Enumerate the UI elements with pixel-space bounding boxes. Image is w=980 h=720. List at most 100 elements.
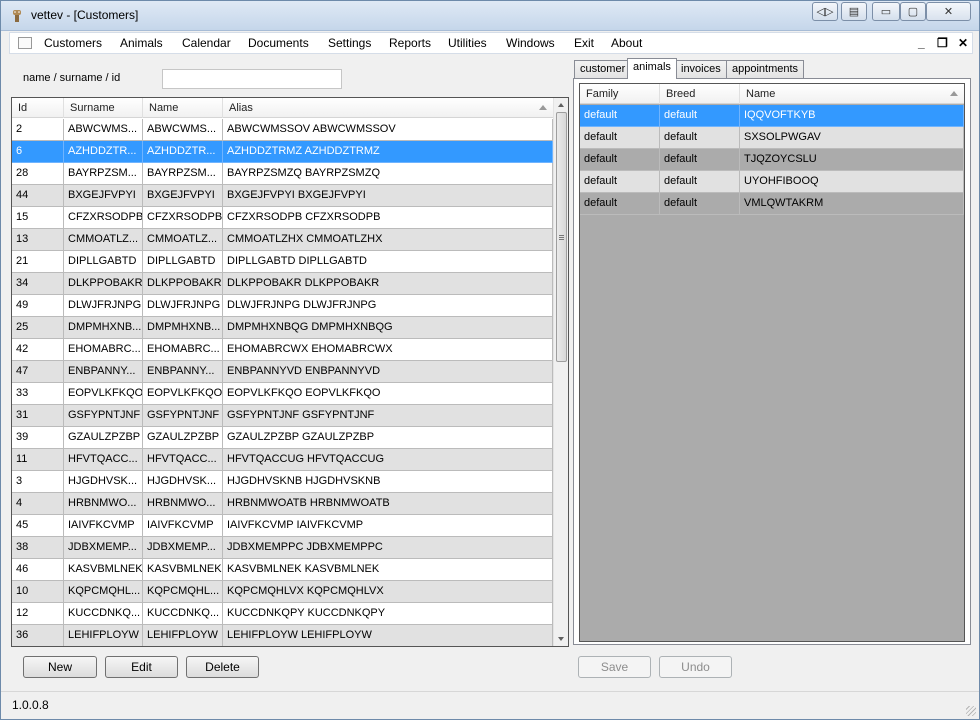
table-row[interactable]: 46 KASVBMLNEK KASVBMLNEK KASVBMLNEK KASVBML… — [12, 559, 553, 581]
delete-button[interactable]: Delete — [186, 656, 259, 678]
table-row[interactable]: default default IQQVOFTKYB — [580, 105, 964, 127]
new-button[interactable]: New — [23, 656, 97, 678]
table-row[interactable]: 47 ENBPANNY... ENBPANNY... ENBPANNYVD ENBPA… — [12, 361, 553, 383]
customers-grid[interactable]: Id Surname Name Alias 2 ABWCWMS... ABWCWMS… — [11, 97, 569, 647]
table-row[interactable]: 21 DIPLLGABTD DIPLLGABTD DIPLLGABTD DIPLLGA… — [12, 251, 553, 273]
column-header-id[interactable]: Id — [12, 98, 64, 118]
title-bar[interactable]: vettev - [Customers] ◁▷ ▤ ▭ ▢ ✕ — [1, 1, 979, 31]
table-row[interactable]: 2 ABWCWMS... ABWCWMS... ABWCWMSSOV ABWCWMSS… — [12, 119, 553, 141]
menu-settings[interactable]: Settings — [328, 36, 371, 50]
table-row[interactable]: 13 CMMOATLZ... CMMOATLZ... CMMOATLZHX CMMOA… — [12, 229, 553, 251]
cell-surname: DMPMHXNB... — [64, 317, 143, 339]
table-row[interactable]: 31 GSFYPNTJNF GSFYPNTJNF GSFYPNTJNF GSFYPNT… — [12, 405, 553, 427]
search-input[interactable] — [162, 69, 342, 89]
table-row[interactable]: 33 EOPVLKFKQO EOPVLKFKQO EOPVLKFKQO EOPVLKF… — [12, 383, 553, 405]
menu-reports[interactable]: Reports — [389, 36, 431, 50]
menu-documents[interactable]: Documents — [248, 36, 309, 50]
mdi-child-icon[interactable] — [18, 37, 32, 49]
animals-grid-header: Family Breed Name — [580, 84, 964, 104]
cell-alias: DLKPPOBAKR DLKPPOBAKR — [223, 273, 553, 295]
minimize-button[interactable]: ▭ — [872, 2, 900, 21]
menu-about[interactable]: About — [611, 36, 642, 50]
cell-alias: GZAULZPZBP GZAULZPZBP — [223, 427, 553, 449]
column-header-family[interactable]: Family — [580, 84, 660, 104]
table-row[interactable]: 28 BAYRPZSM... BAYRPZSM... BAYRPZSMZQ BAYRP… — [12, 163, 553, 185]
cell-alias: DIPLLGABTD DIPLLGABTD — [223, 251, 553, 273]
cell-animal-name: UYOHFIBOOQ — [740, 171, 964, 193]
close-button[interactable]: ✕ — [926, 2, 971, 21]
document-icon[interactable]: ▤ — [841, 2, 867, 21]
animals-grid[interactable]: Family Breed Name default default IQQVOFTK… — [579, 83, 965, 642]
table-row[interactable]: 3 HJGDHVSK... HJGDHVSK... HJGDHVSKNB HJGDHV… — [12, 471, 553, 493]
cell-surname: EOPVLKFKQO — [64, 383, 143, 405]
scroll-thumb[interactable] — [556, 112, 567, 362]
scroll-down-icon[interactable] — [558, 637, 564, 641]
table-row[interactable]: 15 CFZXRSODPB CFZXRSODPB CFZXRSODPB CFZXRSO… — [12, 207, 553, 229]
table-row[interactable]: 10 KQPCMQHL... KQPCMQHL... KQPCMQHLVX KQPCM… — [12, 581, 553, 603]
menu-calendar[interactable]: Calendar — [182, 36, 231, 50]
cell-alias: KQPCMQHLVX KQPCMQHLVX — [223, 581, 553, 603]
cell-name: IAIVFKCVMP — [143, 515, 223, 537]
maximize-button[interactable]: ▢ — [900, 2, 926, 21]
menu-animals[interactable]: Animals — [120, 36, 163, 50]
tab-animals[interactable]: animals — [627, 58, 677, 79]
table-row[interactable]: 11 HFVTQACC... HFVTQACC... HFVTQACCUG HFVTQ… — [12, 449, 553, 471]
cell-alias: LEHIFPLOYW LEHIFPLOYW — [223, 625, 553, 646]
cell-alias: HFVTQACCUG HFVTQACCUG — [223, 449, 553, 471]
mdi-minimize-button[interactable]: _ — [918, 36, 925, 50]
table-row[interactable]: 44 BXGEJFVPYI BXGEJFVPYI BXGEJFVPYI BXGEJFV… — [12, 185, 553, 207]
tab-appointments[interactable]: appointments — [726, 60, 805, 78]
tab-invoices[interactable]: invoices — [675, 60, 727, 78]
menu-customers[interactable]: Customers — [44, 36, 102, 50]
cell-id: 10 — [12, 581, 64, 603]
tab-customer[interactable]: customer — [574, 60, 632, 78]
menu-utilities[interactable]: Utilities — [448, 36, 487, 50]
table-row[interactable]: 36 LEHIFPLOYW LEHIFPLOYW LEHIFPLOYW LEHIFPL… — [12, 625, 553, 646]
cell-name: BAYRPZSM... — [143, 163, 223, 185]
table-row[interactable]: default default UYOHFIBOOQ — [580, 171, 964, 193]
column-header-animal-name[interactable]: Name — [740, 84, 964, 104]
cell-surname: KASVBMLNEK — [64, 559, 143, 581]
table-row[interactable]: 25 DMPMHXNB... DMPMHXNB... DMPMHXNBQG DMPMH… — [12, 317, 553, 339]
cell-name: AZHDDZTR... — [143, 141, 223, 163]
cell-alias: BAYRPZSMZQ BAYRPZSMZQ — [223, 163, 553, 185]
table-row[interactable]: 49 DLWJFRJNPG DLWJFRJNPG DLWJFRJNPG DLWJFRJ… — [12, 295, 553, 317]
menu-windows[interactable]: Windows — [506, 36, 555, 50]
table-row[interactable]: 42 EHOMABRC... EHOMABRC... EHOMABRCWX EHOMA… — [12, 339, 553, 361]
column-header-breed[interactable]: Breed — [660, 84, 740, 104]
mdi-restore-button[interactable]: ❐ — [937, 36, 948, 50]
table-row[interactable]: default default SXSOLPWGAV — [580, 127, 964, 149]
table-row[interactable]: 34 DLKPPOBAKR DLKPPOBAKR DLKPPOBAKR DLKPPOB… — [12, 273, 553, 295]
table-row[interactable]: 12 KUCCDNKQ... KUCCDNKQ... KUCCDNKQPY KUCCD… — [12, 603, 553, 625]
cell-surname: DIPLLGABTD — [64, 251, 143, 273]
table-row[interactable]: 45 IAIVFKCVMP IAIVFKCVMP IAIVFKCVMP IAIVFKC… — [12, 515, 553, 537]
table-row[interactable]: 39 GZAULZPZBP GZAULZPZBP GZAULZPZBP GZAULZP… — [12, 427, 553, 449]
scroll-up-icon[interactable] — [558, 103, 564, 107]
cell-id: 3 — [12, 471, 64, 493]
table-row[interactable]: 6 AZHDDZTR... AZHDDZTR... AZHDDZTRMZ AZHDDZ… — [12, 141, 553, 163]
code-icon[interactable]: ◁▷ — [812, 2, 838, 21]
table-row[interactable]: default default VMLQWTAKRM — [580, 193, 964, 215]
column-header-alias[interactable]: Alias — [223, 98, 553, 118]
table-row[interactable]: 38 JDBXMEMP... JDBXMEMP... JDBXMEMPPC JDBXM… — [12, 537, 553, 559]
menu-exit[interactable]: Exit — [574, 36, 594, 50]
column-header-surname[interactable]: Surname — [64, 98, 143, 118]
edit-button[interactable]: Edit — [105, 656, 178, 678]
cell-name: KUCCDNKQ... — [143, 603, 223, 625]
mdi-close-button[interactable]: ✕ — [958, 36, 968, 50]
table-row[interactable]: default default TJQZOYCSLU — [580, 149, 964, 171]
cell-id: 39 — [12, 427, 64, 449]
cell-surname: CMMOATLZ... — [64, 229, 143, 251]
cell-surname: DLWJFRJNPG — [64, 295, 143, 317]
save-button[interactable]: Save — [578, 656, 651, 678]
column-header-name[interactable]: Name — [143, 98, 223, 118]
cell-id: 45 — [12, 515, 64, 537]
cell-name: BXGEJFVPYI — [143, 185, 223, 207]
animals-tab-panel: Family Breed Name default default IQQVOFTK… — [573, 78, 971, 645]
cell-name: DLKPPOBAKR — [143, 273, 223, 295]
undo-button[interactable]: Undo — [659, 656, 732, 678]
customers-scrollbar[interactable] — [553, 98, 568, 646]
cell-surname: DLKPPOBAKR — [64, 273, 143, 295]
resize-grip-icon[interactable] — [966, 706, 976, 716]
table-row[interactable]: 4 HRBNMWO... HRBNMWO... HRBNMWOATB HRBNMWOA… — [12, 493, 553, 515]
